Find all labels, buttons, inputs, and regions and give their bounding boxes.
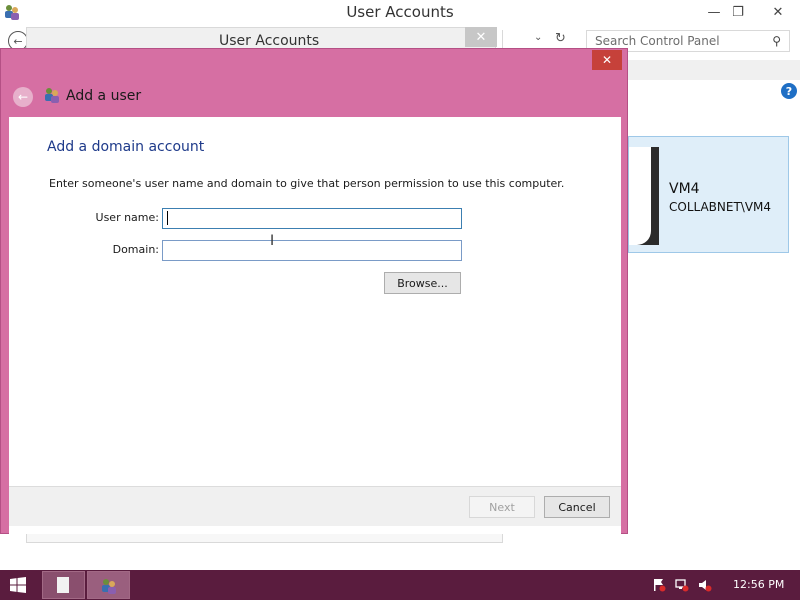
- text-caret: [167, 211, 168, 225]
- user-tile-domain: COLLABNET\VM4: [669, 200, 772, 214]
- cancel-button[interactable]: Cancel: [544, 496, 610, 518]
- next-button[interactable]: Next: [469, 496, 535, 518]
- document-icon: [57, 577, 69, 593]
- refresh-icon[interactable]: ↻: [555, 31, 566, 46]
- restore-button[interactable]: ❐: [723, 0, 753, 24]
- taskbar-clock[interactable]: 12:56 PM: [733, 578, 784, 591]
- help-icon[interactable]: ?: [781, 83, 797, 99]
- username-input[interactable]: [162, 208, 462, 229]
- dialog-footer: Next Cancel: [9, 486, 621, 526]
- search-input[interactable]: Search Control Panel: [595, 34, 720, 48]
- domain-label: Domain:: [112, 243, 159, 256]
- dialog-close-button[interactable]: ✕: [592, 50, 622, 70]
- windows-start-icon[interactable]: [10, 577, 26, 593]
- avatar-silhouette: [629, 147, 651, 245]
- dialog-body: Add a domain account Enter someone's use…: [9, 117, 621, 534]
- username-label: User name:: [95, 211, 159, 224]
- action-center-flag-icon[interactable]: [652, 578, 666, 592]
- taskbar-file-explorer[interactable]: [42, 571, 85, 599]
- volume-muted-icon[interactable]: [698, 578, 712, 592]
- user-accounts-dialog-icon: [45, 88, 59, 103]
- taskbar-user-accounts[interactable]: [87, 571, 130, 599]
- dialog-description: Enter someone's user name and domain to …: [49, 177, 565, 190]
- dialog-heading: Add a domain account: [47, 139, 205, 155]
- address-close-icon[interactable]: ✕: [465, 27, 497, 47]
- window-title: User Accounts: [346, 3, 454, 21]
- dialog-title: Add a user: [66, 88, 142, 104]
- domain-input[interactable]: [162, 240, 462, 261]
- main-titlebar: User Accounts — ❐ ✕: [0, 0, 800, 25]
- add-user-dialog: ✕ ← Add a user Add a domain account Ente…: [0, 48, 628, 534]
- main-window-bottom-edge: [26, 533, 503, 543]
- taskbar: 12:56 PM: [0, 570, 800, 600]
- chevron-down-icon[interactable]: ⌄: [534, 32, 542, 43]
- close-window-button[interactable]: ✕: [763, 0, 793, 24]
- toolbar-strip: [628, 60, 800, 80]
- user-avatar: [629, 147, 659, 245]
- network-icon[interactable]: [675, 578, 689, 592]
- address-bar-title: User Accounts: [219, 33, 320, 49]
- mouse-ibeam-cursor: I: [270, 233, 275, 249]
- user-tile-name: VM4: [669, 181, 700, 197]
- user-accounts-taskbar-icon: [102, 579, 116, 594]
- search-icon[interactable]: ⚲: [772, 34, 781, 48]
- browse-button[interactable]: Browse...: [384, 272, 461, 294]
- dialog-back-arrow-icon[interactable]: ←: [13, 87, 33, 107]
- user-tile[interactable]: VM4 COLLABNET\VM4: [628, 136, 789, 253]
